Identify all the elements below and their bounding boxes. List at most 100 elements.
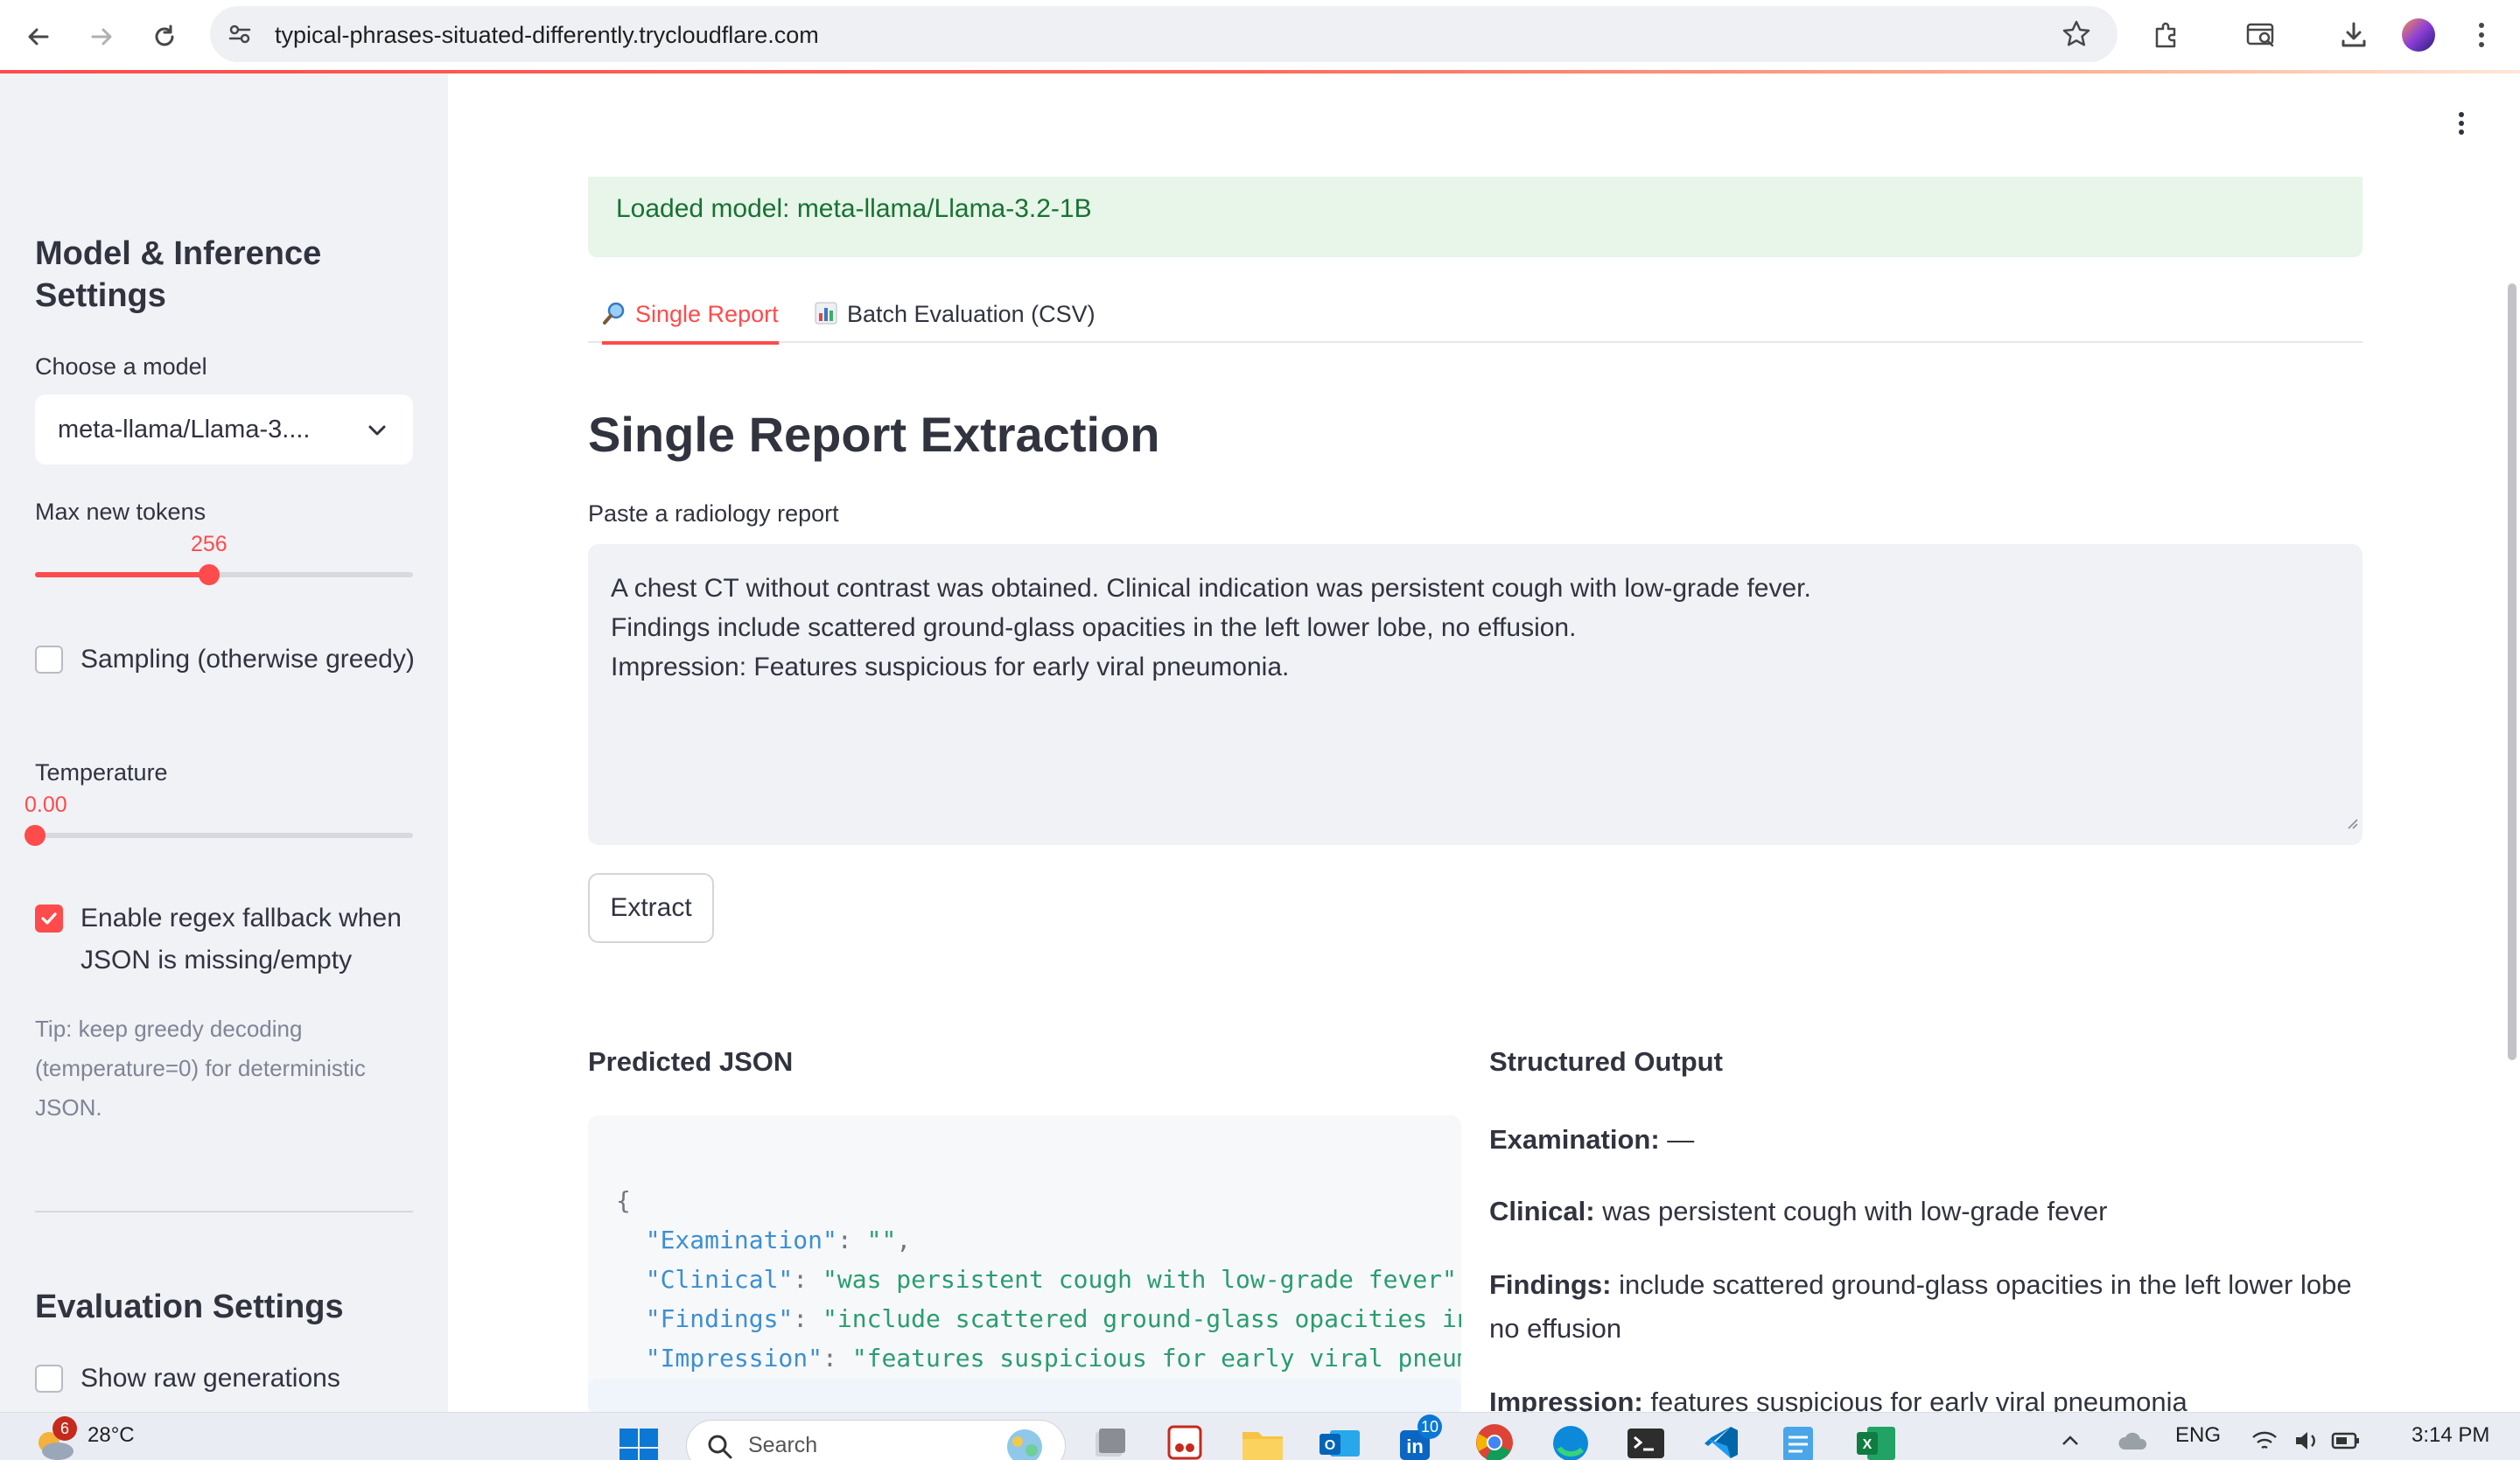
report-line: Impression: Features suspicious for earl… (611, 653, 1290, 681)
chevron-down-icon (366, 419, 388, 446)
bookmark-star-icon[interactable] (2062, 19, 2091, 53)
outlook-icon[interactable]: O (1318, 1423, 1362, 1460)
back-icon[interactable] (14, 12, 63, 61)
json-key: "Impression" (645, 1344, 823, 1373)
structured-findings: Findings: include scattered ground-glass… (1489, 1263, 2364, 1351)
resize-grip-icon[interactable] (2345, 802, 2359, 842)
max-tokens-value: 256 (191, 532, 228, 556)
json-key: "Clinical" (645, 1265, 794, 1294)
tab-label: Single Report (635, 301, 779, 327)
profile-avatar[interactable] (2394, 10, 2443, 59)
url-text[interactable]: typical-phrases-situated-differently.try… (275, 22, 819, 49)
language-indicator[interactable]: ENG (2175, 1423, 2221, 1448)
json-key: "Findings" (645, 1304, 794, 1333)
reload-icon[interactable] (140, 12, 189, 61)
slider-fill (35, 572, 209, 577)
tip-text: Tip: keep greedy decoding (temperature=0… (35, 1016, 366, 1121)
page-title: Single Report Extraction (588, 407, 1160, 462)
structured-impression: Impression: features suspicious for earl… (1489, 1380, 2364, 1412)
forward-icon[interactable] (77, 12, 126, 61)
sampling-label: Sampling (otherwise greedy) (80, 645, 415, 674)
report-textarea-label: Paste a radiology report (588, 500, 839, 527)
tab-search-icon[interactable] (2236, 10, 2286, 59)
windows-start-icon[interactable] (618, 1427, 660, 1460)
clock-time[interactable]: 3:14 PM (2412, 1423, 2489, 1448)
search-placeholder: Search (748, 1433, 818, 1457)
temperature-slider[interactable] (24, 825, 413, 846)
terminal-icon[interactable] (1626, 1425, 1666, 1460)
svg-text:X: X (1863, 1437, 1872, 1452)
chrome-icon[interactable] (1474, 1422, 1516, 1460)
model-settings-heading: Model & Inference Settings (35, 235, 322, 314)
vscode-icon[interactable] (1703, 1423, 1743, 1460)
field-value: — (1667, 1124, 1695, 1155)
tab-batch-evaluation[interactable]: Batch Evaluation (CSV) (814, 301, 1096, 343)
json-value: "" (866, 1226, 897, 1254)
file-explorer-icon[interactable] (1241, 1425, 1284, 1460)
sampling-checkbox[interactable] (35, 646, 63, 674)
search-icon (706, 1433, 734, 1460)
app-menu-icon[interactable] (2457, 110, 2466, 141)
json-value: "include scattered ground-glass opacitie… (822, 1304, 1461, 1333)
weather-badge: 6 (52, 1416, 77, 1441)
extensions-icon[interactable] (2142, 10, 2191, 59)
structured-clinical: Clinical: was persistent cough with low-… (1489, 1190, 2364, 1233)
success-alert: Loaded model: meta-llama/Llama-3.2-1B (588, 177, 2362, 257)
regex-fallback-label: Enable regex fallback when JSON is missi… (80, 904, 402, 974)
temperature-label: Temperature (35, 759, 168, 786)
main-content: Loaded model: meta-llama/Llama-3.2-1B Si… (448, 73, 2520, 1412)
show-raw-checkbox[interactable] (35, 1365, 63, 1393)
edge-icon[interactable] (1550, 1423, 1591, 1460)
svg-text:O: O (1325, 1438, 1335, 1453)
field-label: Findings: (1489, 1269, 1612, 1300)
weather-temperature[interactable]: 28°C (88, 1423, 135, 1448)
json-key: "Examination" (645, 1226, 837, 1254)
field-label: Impression: (1489, 1387, 1643, 1412)
snipping-tool-icon[interactable] (1166, 1423, 1204, 1460)
structured-examination: Examination: — (1489, 1118, 2364, 1162)
model-select[interactable]: meta-llama/Llama-3.... (35, 395, 413, 465)
report-textarea[interactable]: A chest CT without contrast was obtained… (588, 544, 2362, 845)
tray-chevron-up-icon[interactable] (2058, 1429, 2082, 1457)
tab-label: Batch Evaluation (CSV) (847, 301, 1096, 327)
temperature-value: 0.00 (24, 793, 67, 817)
field-label: Clinical: (1489, 1196, 1595, 1226)
json-code-block: { "Examination": "", "Clinical": "was pe… (588, 1115, 1461, 1412)
address-bar[interactable]: typical-phrases-situated-differently.try… (210, 6, 2118, 62)
onedrive-icon[interactable] (2118, 1429, 2149, 1457)
browser-toolbar: typical-phrases-situated-differently.try… (0, 0, 2520, 73)
wifi-icon[interactable] (2250, 1429, 2278, 1457)
alert-text: Loaded model: meta-llama/Llama-3.2-1B (616, 194, 1092, 223)
next-panel (588, 1379, 1461, 1412)
task-view-icon[interactable] (1090, 1425, 1129, 1460)
field-value: include scattered ground-glass opacities… (1489, 1269, 2352, 1344)
slider-thumb[interactable] (24, 825, 46, 846)
taskbar-search[interactable]: Search (686, 1420, 1066, 1460)
download-icon[interactable] (2329, 10, 2378, 59)
scrollbar-thumb[interactable] (2508, 283, 2516, 1060)
linkedin-badge: 10 (1418, 1415, 1442, 1439)
battery-icon[interactable] (2331, 1430, 2361, 1456)
evaluation-settings-heading: Evaluation Settings (35, 1289, 344, 1325)
json-value: "was persistent cough with low-grade fev… (822, 1265, 1457, 1294)
field-value: features suspicious for early viral pneu… (1650, 1387, 2188, 1412)
max-tokens-label: Max new tokens (35, 499, 206, 525)
extract-button[interactable]: Extract (588, 873, 714, 943)
choose-model-label: Choose a model (35, 353, 207, 380)
magnifier-icon (602, 301, 626, 332)
site-settings-icon[interactable] (226, 20, 254, 52)
structured-output-heading: Structured Output (1489, 1046, 1723, 1077)
slider-thumb[interactable] (199, 564, 220, 585)
predicted-json-heading: Predicted JSON (588, 1046, 794, 1077)
model-select-value: meta-llama/Llama-3.... (58, 416, 311, 444)
max-tokens-slider[interactable] (35, 564, 413, 585)
sidebar: Model & Inference Settings Choose a mode… (0, 73, 448, 1412)
volume-icon[interactable] (2292, 1429, 2320, 1457)
svg-text:in: in (1406, 1436, 1424, 1457)
report-line: A chest CT without contrast was obtained… (611, 574, 1811, 603)
tab-single-report[interactable]: Single Report (602, 301, 779, 345)
regex-fallback-checkbox[interactable] (35, 905, 63, 933)
notepad-icon[interactable] (1780, 1423, 1816, 1460)
excel-icon[interactable]: X (1855, 1423, 1897, 1460)
browser-menu-icon[interactable] (2457, 10, 2506, 59)
